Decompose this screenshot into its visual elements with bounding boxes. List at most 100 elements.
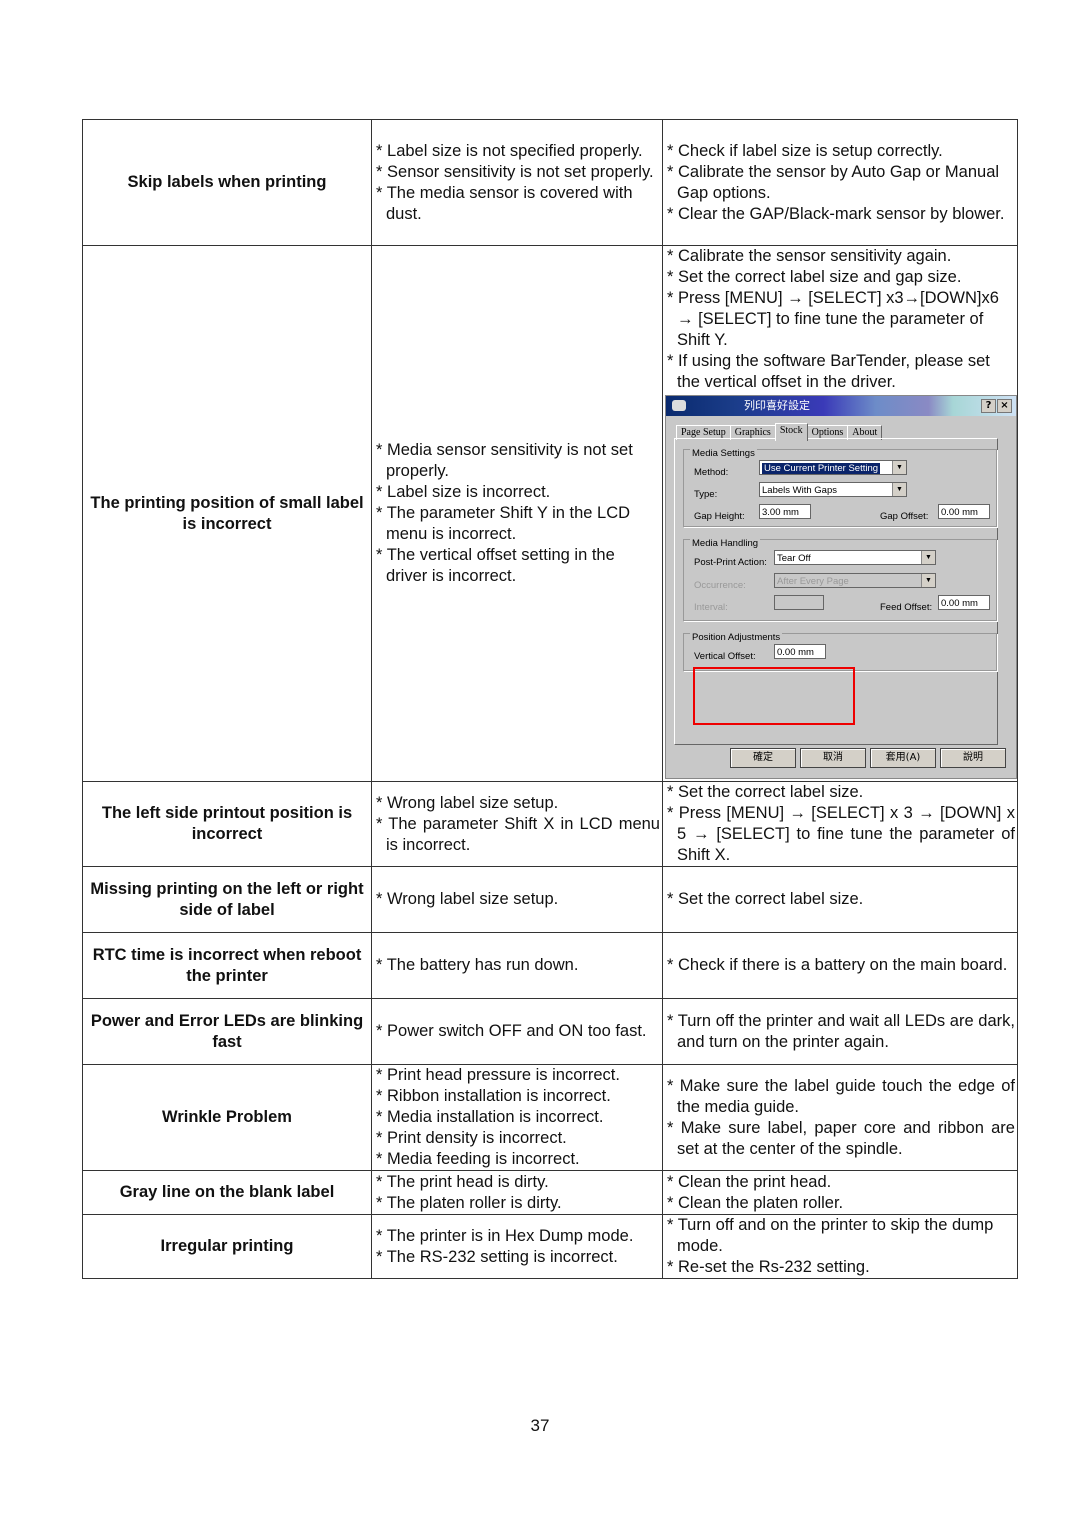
cause-item: Media feeding is incorrect. — [374, 1149, 660, 1170]
chevron-down-icon: ▼ — [921, 574, 935, 587]
media-handling-group: Media Handling Post-Print Action: Tear O… — [683, 533, 997, 621]
table-row: Irregular printingThe printer is in Hex … — [82, 1214, 1018, 1279]
help-button[interactable]: ? — [981, 399, 996, 413]
solution-item: Check if label size is setup correctly. — [665, 141, 1015, 162]
apply-button[interactable]: 套用(A) — [870, 748, 936, 768]
solution-item: Make sure the label guide touch the edge… — [665, 1076, 1015, 1118]
solution-item: Calibrate the sensor by Auto Gap or Manu… — [665, 162, 1015, 204]
table-row: Power and Error LEDs are blinking fastPo… — [82, 998, 1018, 1065]
solution-item: Make sure label, paper core and ribbon a… — [665, 1118, 1015, 1160]
gap-height-input[interactable]: 3.00 mm — [759, 504, 811, 519]
stock-panel: Media Settings Method: Use Current Print… — [674, 438, 998, 745]
table-row: RTC time is incorrect when reboot the pr… — [82, 932, 1018, 999]
table-row: The printing position of small label is … — [82, 245, 1018, 782]
highlight-box — [693, 667, 855, 725]
cancel-button[interactable]: 取消 — [800, 748, 866, 768]
occurrence-label: Occurrence: — [694, 580, 746, 591]
cause-item: Media installation is incorrect. — [374, 1107, 660, 1128]
solution-item: Press [MENU] → [SELECT] x 3 → [DOWN] x 5… — [665, 803, 1015, 866]
table-row: Missing printing on the left or right si… — [82, 866, 1018, 933]
tab-stock[interactable]: Stock — [774, 423, 808, 441]
cause-item: Wrong label size setup. — [374, 793, 660, 814]
problem-cell: Power and Error LEDs are blinking fast — [82, 998, 372, 1065]
gap-height-label: Gap Height: — [694, 511, 745, 522]
solution-item: Clear the GAP/Black-mark sensor by blowe… — [665, 204, 1015, 225]
cause-item: The media sensor is covered with dust. — [374, 183, 660, 225]
cause-cell: Wrong label size setup. — [371, 866, 663, 933]
cause-cell: The battery has run down. — [371, 932, 663, 999]
problem-cell: Missing printing on the left or right si… — [82, 866, 372, 933]
position-adjustments-label: Position Adjustments — [690, 627, 783, 648]
close-button[interactable]: × — [997, 399, 1012, 413]
gap-offset-input[interactable]: 0.00 mm — [938, 504, 990, 519]
method-select[interactable]: Use Current Printer Setting ▼ — [759, 460, 907, 475]
cause-cell: The printer is in Hex Dump mode.The RS-2… — [371, 1214, 663, 1279]
solution-cell: Set the correct label size.Press [MENU] … — [662, 781, 1018, 867]
cause-item: Ribbon installation is incorrect. — [374, 1086, 660, 1107]
troubleshooting-table: Skip labels when printingLabel size is n… — [82, 119, 1018, 1279]
cause-cell: Media sensor sensitivity is not set prop… — [371, 245, 663, 782]
problem-cell: RTC time is incorrect when reboot the pr… — [82, 932, 372, 999]
post-print-action-select[interactable]: Tear Off ▼ — [774, 550, 936, 565]
cause-item: Print head pressure is incorrect. — [374, 1065, 660, 1086]
cause-item: Print density is incorrect. — [374, 1128, 660, 1149]
type-label: Type: — [694, 489, 718, 500]
table-row: The left side printout position is incor… — [82, 781, 1018, 867]
type-select[interactable]: Labels With Gaps ▼ — [759, 482, 907, 497]
chevron-down-icon: ▼ — [921, 551, 935, 564]
solution-cell: Make sure the label guide touch the edge… — [662, 1064, 1018, 1171]
cause-cell: The print head is dirty.The platen rolle… — [371, 1170, 663, 1215]
solution-cell: Check if there is a battery on the main … — [662, 932, 1018, 999]
problem-cell: Skip labels when printing — [82, 119, 372, 246]
cause-cell: Power switch OFF and ON too fast. — [371, 998, 663, 1065]
media-settings-label: Media Settings — [690, 443, 757, 464]
help-dialog-button[interactable]: 說明 — [940, 748, 1006, 768]
cause-item: Label size is incorrect. — [374, 482, 660, 503]
cause-item: The platen roller is dirty. — [374, 1193, 660, 1214]
cause-cell: Label size is not specified properly.Sen… — [371, 119, 663, 246]
feed-offset-label: Feed Offset: — [880, 602, 933, 613]
problem-cell: The printing position of small label is … — [82, 245, 372, 782]
chevron-down-icon: ▼ — [892, 461, 906, 474]
cause-item: The parameter Shift Y in the LCD menu is… — [374, 503, 660, 545]
printer-icon — [672, 400, 686, 411]
occurrence-select[interactable]: After Every Page ▼ — [774, 573, 936, 588]
vertical-offset-label: Vertical Offset: — [694, 651, 756, 662]
vertical-offset-input[interactable]: 0.00 mm — [774, 644, 826, 659]
cause-item: The RS-232 setting is incorrect. — [374, 1247, 660, 1268]
cause-cell: Wrong label size setup.The parameter Shi… — [371, 781, 663, 867]
dialog-tabs: Page Setup Graphics Stock Options About — [676, 422, 883, 441]
table-row: Gray line on the blank labelThe print he… — [82, 1170, 1018, 1215]
page-number: 37 — [530, 1416, 550, 1435]
solution-item: Set the correct label size and gap size. — [665, 267, 1015, 288]
interval-label: Interval: — [694, 602, 728, 613]
cause-item: Wrong label size setup. — [374, 889, 660, 910]
dialog-title: 列印喜好設定 — [744, 399, 810, 412]
media-handling-label: Media Handling — [690, 533, 761, 554]
chevron-down-icon: ▼ — [892, 483, 906, 496]
table-row: Wrinkle ProblemPrint head pressure is in… — [82, 1064, 1018, 1171]
solution-item: Turn off the printer and wait all LEDs a… — [665, 1011, 1015, 1053]
solution-item: Press [MENU] → [SELECT] x3→[DOWN]x6 → [S… — [665, 288, 1015, 351]
solution-item: Set the correct label size. — [665, 782, 1015, 803]
cause-item: The vertical offset setting in the drive… — [374, 545, 660, 587]
gap-offset-label: Gap Offset: — [880, 511, 929, 522]
printing-preferences-dialog: 列印喜好設定 ? × Page Setup Graphics Stock Option… — [665, 395, 1017, 779]
media-settings-group: Media Settings Method: Use Current Print… — [683, 443, 997, 527]
solution-item: Check if there is a battery on the main … — [665, 955, 1015, 976]
cause-item: Media sensor sensitivity is not set prop… — [374, 440, 660, 482]
cause-item: The print head is dirty. — [374, 1172, 660, 1193]
problem-cell: Gray line on the blank label — [82, 1170, 372, 1215]
solution-item: Clean the platen roller. — [665, 1193, 1015, 1214]
feed-offset-input[interactable]: 0.00 mm — [938, 595, 990, 610]
cause-item: Power switch OFF and ON too fast. — [374, 1021, 660, 1042]
interval-input[interactable] — [774, 595, 824, 610]
dialog-titlebar: 列印喜好設定 ? × — [666, 396, 1016, 416]
solution-cell: Clean the print head.Clean the platen ro… — [662, 1170, 1018, 1215]
solution-item: Turn off and on the printer to skip the … — [665, 1215, 1015, 1257]
cause-item: The printer is in Hex Dump mode. — [374, 1226, 660, 1247]
solution-cell: Check if label size is setup correctly.C… — [662, 119, 1018, 246]
position-adjustments-group: Position Adjustments Vertical Offset: 0.… — [683, 627, 997, 671]
ok-button[interactable]: 確定 — [730, 748, 796, 768]
cause-cell: Print head pressure is incorrect.Ribbon … — [371, 1064, 663, 1171]
